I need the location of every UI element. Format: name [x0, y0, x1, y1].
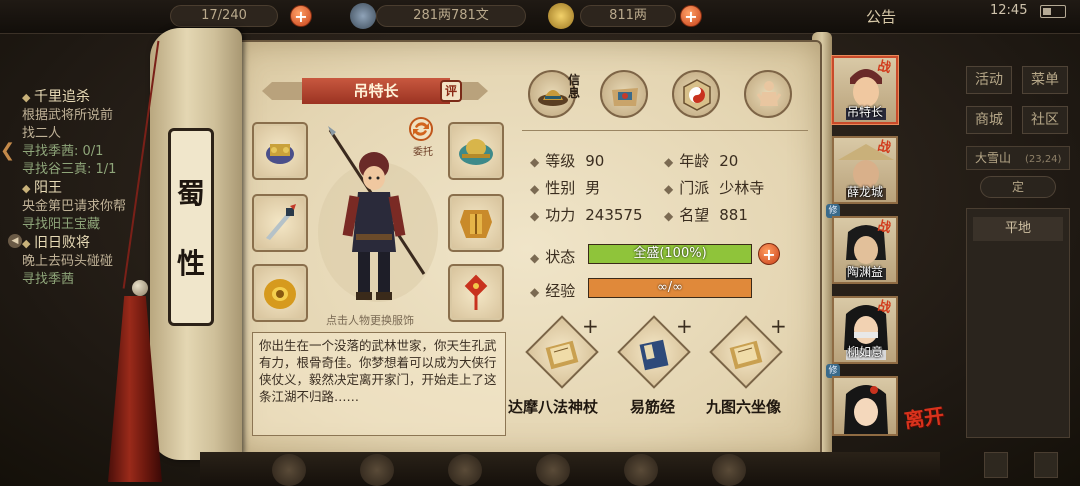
dock-button[interactable] — [624, 454, 658, 486]
bottom-dock — [200, 452, 940, 486]
equip-slot-armor[interactable] — [448, 194, 504, 252]
skill-slot-2[interactable] — [617, 315, 691, 392]
yin-yang-icon — [683, 79, 711, 111]
skill-slot-1[interactable] — [525, 315, 599, 392]
party-member-5[interactable] — [832, 376, 898, 436]
community-button[interactable]: 社区 — [1022, 106, 1068, 134]
stat-status-label: ◆ 状态 — [530, 248, 576, 266]
location-display: 大雪山 (23,24) — [966, 146, 1070, 170]
silver-counter: 811两 — [580, 5, 676, 27]
stamina-counter: 17/240 — [170, 5, 278, 27]
skill-slot-3[interactable] — [709, 315, 783, 392]
stat-sect: ◆ 门派 少林寺 — [664, 179, 765, 197]
stat-level: ◆ 等级 90 — [530, 152, 605, 170]
change-outfit-hint: 点击人物更换服饰 — [326, 314, 414, 327]
bottom-right-button[interactable] — [984, 452, 1008, 478]
top-resource-bar: 17/240 + 281两781文 811两 + 公告 12:45 — [0, 0, 1080, 34]
review-button[interactable]: 评 — [440, 80, 462, 102]
character-figure[interactable] — [316, 122, 438, 312]
dagger-icon — [266, 204, 296, 240]
equip-slot-weapon[interactable] — [252, 194, 308, 252]
skill-name-3: 九图六坐像 — [706, 398, 782, 416]
add-stamina-button[interactable]: + — [290, 5, 312, 27]
chinese-knot-icon — [464, 274, 488, 310]
location-toggle[interactable]: 定 — [980, 176, 1056, 198]
equip-slot-accessory[interactable] — [448, 264, 504, 322]
dock-button[interactable] — [360, 454, 394, 486]
hat-icon — [538, 90, 568, 106]
stat-exp-label: ◆ 经验 — [530, 282, 576, 300]
tab-inventory[interactable] — [600, 70, 648, 118]
portrait-icon — [844, 385, 888, 434]
shop-button[interactable]: 商城 — [966, 106, 1012, 134]
leave-button[interactable]: 离开 — [902, 399, 946, 433]
stat-power: ◆ 功力 243575 — [530, 206, 643, 224]
expand-quest-icon[interactable]: ◀ — [8, 234, 22, 248]
clock: 12:45 — [990, 3, 1028, 18]
stat-gender: ◆ 性别男 — [530, 179, 601, 197]
copper-coin-icon — [350, 3, 376, 29]
bottom-right-button[interactable] — [1034, 452, 1058, 478]
tab-martial-arts[interactable] — [672, 70, 720, 118]
notice-button[interactable]: 公告 — [866, 6, 896, 27]
helmet-icon — [459, 139, 493, 165]
dock-button[interactable] — [272, 454, 306, 486]
collapse-left-arrow-icon[interactable]: ❮ — [0, 140, 15, 161]
skill-name-1: 达摩八法神杖 — [508, 398, 599, 416]
dock-button[interactable] — [712, 454, 746, 486]
tassel-bead — [132, 280, 148, 296]
activity-button[interactable]: 活动 — [966, 66, 1012, 94]
menu-button[interactable]: 菜单 — [1022, 66, 1068, 94]
dock-button[interactable] — [448, 454, 482, 486]
terrain-panel: 平地 — [966, 208, 1070, 438]
equip-slot-hat[interactable] — [448, 122, 504, 180]
blue-book-icon — [639, 339, 669, 371]
character-name: 吊特长 — [302, 78, 450, 104]
scroll-book-icon — [729, 340, 763, 370]
equip-slot-ring[interactable] — [252, 264, 308, 322]
dock-button[interactable] — [536, 454, 570, 486]
game-screen: { "topbar": { "stamina": "17/240", "copp… — [0, 0, 1080, 486]
meridian-body-icon — [756, 81, 782, 106]
scroll-book-icon — [545, 340, 579, 370]
terrain-label: 平地 — [973, 217, 1063, 241]
battery-icon — [1040, 5, 1066, 18]
bracer-icon — [266, 144, 294, 164]
equip-slot-bracer[interactable] — [252, 122, 308, 180]
restore-status-button[interactable]: + — [758, 243, 780, 265]
add-silver-button[interactable]: + — [680, 5, 702, 27]
tab-info-label: 信息 — [568, 73, 581, 100]
gold-ring-icon — [264, 279, 296, 309]
armor-icon — [460, 210, 492, 238]
silver-ingot-icon — [548, 3, 574, 29]
faction-plaque: 蜀 性 — [168, 128, 214, 326]
copper-counter: 281两781文 — [376, 5, 526, 27]
stat-fame: ◆ 名望 881 — [664, 206, 748, 224]
exp-bar: ∞/∞ — [588, 278, 752, 298]
stat-age: ◆ 年龄 20 — [664, 152, 739, 170]
character-bio: 你出生在一个没落的武林世家，你天生孔武有力，根骨奇佳。你梦想着可以成为大侠行侠仗… — [252, 332, 506, 436]
bag-icon — [612, 88, 638, 106]
tabs-divider — [522, 130, 808, 131]
tab-meridian[interactable] — [744, 70, 792, 118]
skill-name-2: 易筋经 — [630, 398, 676, 416]
status-bar: 全盛(100%) — [588, 244, 752, 264]
